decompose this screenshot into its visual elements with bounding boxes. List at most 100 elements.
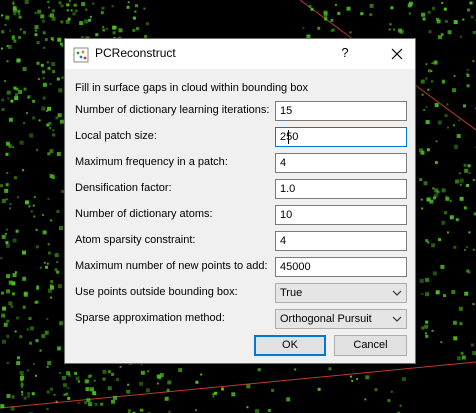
cloud-point (441, 33, 444, 36)
help-button[interactable]: ? (335, 45, 355, 63)
cloud-point (429, 199, 434, 204)
cloud-point (421, 12, 426, 17)
cloud-point (271, 389, 275, 392)
cancel-button[interactable]: Cancel (334, 335, 407, 356)
cloud-point (1, 98, 5, 102)
close-icon[interactable] (387, 44, 407, 64)
cloud-point (139, 408, 143, 412)
cloud-point (24, 0, 29, 4)
cloud-point (47, 152, 51, 156)
cloud-point (212, 395, 215, 398)
cloud-point (101, 6, 105, 10)
cloud-point (19, 140, 24, 145)
dictionary-atoms-input[interactable]: 10 (275, 205, 407, 225)
cloud-point (1, 30, 5, 34)
cloud-point (466, 84, 470, 88)
atom-sparsity-input[interactable]: 4 (275, 231, 407, 251)
cloud-point (420, 79, 425, 84)
cloud-point (32, 116, 36, 120)
cloud-point (463, 104, 466, 108)
max-new-points-input[interactable]: 45000 (275, 257, 407, 277)
field-value: 250 (280, 131, 299, 143)
cloud-point (6, 90, 11, 95)
cloud-point (432, 6, 436, 10)
cloud-point (89, 15, 92, 18)
cloud-point (72, 12, 76, 16)
cloud-point (6, 393, 11, 398)
cloud-point (393, 28, 396, 31)
cloud-point (3, 322, 8, 327)
cloud-point (60, 20, 64, 24)
cloud-point (426, 148, 430, 152)
cloud-point (1, 313, 6, 318)
cloud-point (468, 171, 471, 174)
cloud-point (26, 369, 29, 372)
cloud-point (75, 376, 80, 381)
cloud-point (388, 28, 391, 31)
cloud-point (441, 220, 446, 225)
cloud-point (59, 226, 63, 231)
local-patch-size-input[interactable]: 250 (275, 127, 407, 147)
cloud-point (433, 193, 438, 198)
field-label: Atom sparsity constraint: (75, 234, 196, 246)
row-use-outside-points: Use points outside bounding box: True (65, 283, 415, 303)
cloud-point (443, 294, 447, 298)
cloud-point (346, 6, 351, 11)
cloud-point (432, 271, 437, 276)
cloud-point (113, 395, 118, 400)
cloud-point (17, 196, 20, 199)
title-bar[interactable]: PCReconstruct ? (65, 39, 415, 69)
cloud-point (145, 388, 150, 393)
cloud-point (5, 241, 9, 245)
sparse-method-select[interactable]: Orthogonal Pursuit (275, 309, 407, 329)
cloud-point (423, 108, 426, 111)
cloud-point (10, 305, 14, 309)
cloud-point (54, 268, 58, 272)
cloud-point (467, 8, 470, 12)
cloud-point (26, 328, 29, 331)
cloud-point (63, 393, 66, 396)
cloud-point (15, 93, 18, 97)
cloud-point (360, 12, 364, 16)
cloud-point (46, 262, 49, 265)
cloud-point (67, 387, 70, 390)
cloud-point (19, 28, 22, 31)
dialog-description: Fill in surface gaps in cloud within bou… (75, 82, 308, 94)
cloud-point (5, 183, 9, 187)
dictionary-iterations-input[interactable]: 15 (275, 101, 407, 121)
max-frequency-input[interactable]: 4 (275, 153, 407, 173)
select-value: Orthogonal Pursuit (280, 313, 372, 325)
ok-button[interactable]: OK (254, 335, 326, 356)
cloud-point (437, 120, 442, 125)
text-caret (288, 130, 289, 144)
use-outside-points-select[interactable]: True (275, 283, 407, 303)
cloud-point (34, 25, 39, 30)
cloud-point (456, 356, 461, 361)
cloud-point (166, 388, 170, 392)
cloud-point (74, 9, 78, 13)
row-dictionary-iterations: Number of dictionary learning iterations… (65, 101, 415, 121)
cloud-point (425, 105, 428, 108)
cloud-point (20, 382, 23, 385)
cloud-point (18, 36, 21, 39)
cloud-point (317, 26, 321, 30)
cloud-point (5, 228, 8, 231)
field-label: Number of dictionary learning iterations… (75, 104, 270, 116)
cloud-point (36, 41, 40, 45)
cloud-point (87, 375, 91, 378)
cloud-point (427, 88, 430, 91)
cloud-point (455, 179, 460, 184)
cloud-point (424, 324, 429, 329)
cloud-point (444, 19, 448, 23)
cloud-point (85, 8, 88, 11)
cloud-point (164, 396, 169, 401)
cloud-point (38, 119, 41, 122)
cloud-point (200, 373, 203, 376)
cloud-point (66, 3, 70, 7)
cloud-point (49, 127, 52, 130)
densification-factor-input[interactable]: 1.0 (275, 179, 407, 199)
cloud-point (434, 103, 439, 107)
field-label: Local patch size: (75, 130, 157, 142)
cloud-point (29, 133, 34, 138)
cloud-point (15, 87, 19, 91)
